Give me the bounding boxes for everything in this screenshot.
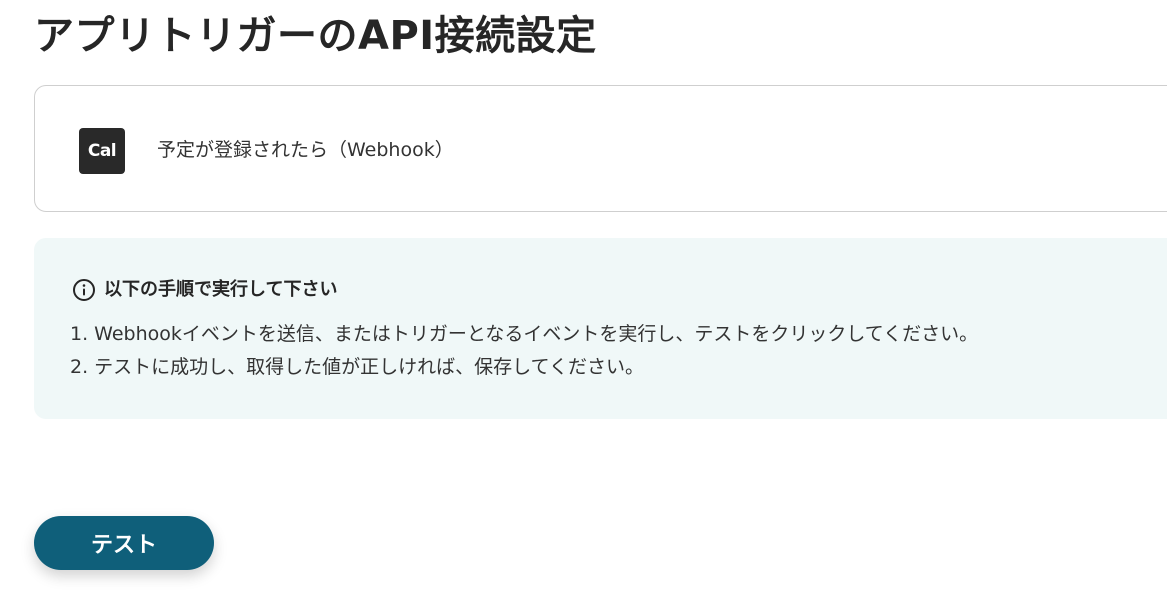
test-button[interactable]: テスト [34, 516, 214, 570]
instructions-heading: 以下の手順で実行して下さい [72, 278, 337, 302]
instruction-step: 1. Webhookイベントを送信、またはトリガーとなるイベントを実行し、テスト… [70, 323, 979, 345]
instruction-step: 2. テストに成功し、取得した値が正しければ、保存してください。 [70, 356, 645, 378]
trigger-name: 予定が登録されたら（Webhook） [157, 139, 454, 161]
instruction-steps: 1. Webhookイベントを送信、またはトリガーとなるイベントを実行し、テスト… [70, 318, 978, 384]
instructions-panel: 以下の手順で実行して下さい 1. Webhookイベントを送信、またはトリガーと… [34, 238, 1167, 419]
cal-app-logo: Cal [79, 128, 125, 174]
instructions-heading-text: 以下の手順で実行して下さい [104, 279, 338, 300]
page-title: アプリトリガーのAPI接続設定 [34, 13, 597, 59]
trigger-card: Cal 予定が登録されたら（Webhook） [34, 85, 1167, 212]
info-icon [72, 278, 96, 302]
